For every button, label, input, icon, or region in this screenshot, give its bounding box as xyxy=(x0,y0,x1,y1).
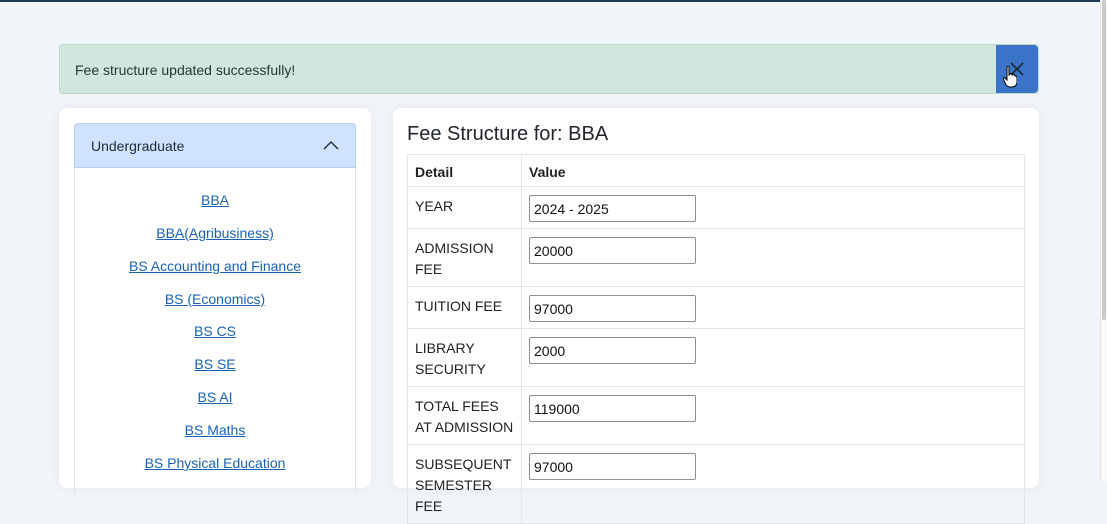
table-row: TOTAL FEES AT ADMISSION xyxy=(407,386,1025,445)
row-label-admission-fee: ADMISSION FEE xyxy=(407,228,522,287)
program-link-bs-maths[interactable]: BS Maths xyxy=(75,422,355,438)
table-row: ADMISSION FEE xyxy=(407,228,1025,287)
row-value-cell xyxy=(521,186,1025,229)
accordion-title: Undergraduate xyxy=(91,138,185,154)
table-header-row: Detail Value xyxy=(407,154,1025,187)
row-label-library-security: LIBRARY SECURITY xyxy=(407,328,522,387)
row-label-subsequent-semester-fee: SUBSEQUENT SEMESTER FEE xyxy=(407,444,522,524)
table-row: TUITION FEE xyxy=(407,286,1025,329)
program-link-bba-agribusiness[interactable]: BBA(Agribusiness) xyxy=(75,225,355,241)
vertical-scrollbar[interactable] xyxy=(1100,0,1107,481)
program-link-bs-accounting-finance[interactable]: BS Accounting and Finance xyxy=(75,258,355,274)
column-header-detail: Detail xyxy=(407,154,522,187)
table-row: YEAR xyxy=(407,186,1025,229)
row-value-cell xyxy=(521,444,1025,524)
year-input[interactable] xyxy=(529,195,696,222)
program-link-bba[interactable]: BBA xyxy=(75,192,355,208)
hand-cursor-icon xyxy=(1003,66,1017,88)
scrollbar-thumb[interactable] xyxy=(1102,0,1106,320)
admission-fee-input[interactable] xyxy=(529,237,696,264)
page-title: Fee Structure for: BBA xyxy=(407,123,609,145)
row-label-total-fees-at-admission: TOTAL FEES AT ADMISSION xyxy=(407,386,522,445)
success-alert: Fee structure updated successfully! xyxy=(59,44,1039,94)
program-link-bs-physical-education[interactable]: BS Physical Education xyxy=(75,455,355,471)
total-fees-input[interactable] xyxy=(529,395,696,422)
table-row: LIBRARY SECURITY xyxy=(407,328,1025,387)
tuition-fee-input[interactable] xyxy=(529,295,696,322)
row-value-cell xyxy=(521,228,1025,287)
column-header-value: Value xyxy=(521,154,1025,187)
top-border xyxy=(0,0,1101,2)
fee-table: Detail Value YEAR ADMISSION FEE TUITION … xyxy=(407,154,1025,524)
program-sidebar: Undergraduate BBA BBA(Agribusiness) BS A… xyxy=(59,108,371,498)
row-value-cell xyxy=(521,328,1025,387)
program-link-bs-cs[interactable]: BS CS xyxy=(75,323,355,339)
alert-message: Fee structure updated successfully! xyxy=(75,62,296,78)
program-link-bs-ai[interactable]: BS AI xyxy=(75,389,355,405)
program-link-bs-economics[interactable]: BS (Economics) xyxy=(75,291,355,307)
row-label-tuition-fee: TUITION FEE xyxy=(407,286,522,329)
table-row: SUBSEQUENT SEMESTER FEE xyxy=(407,444,1025,524)
chevron-up-icon xyxy=(323,140,339,150)
row-label-year: YEAR xyxy=(407,186,522,229)
row-value-cell xyxy=(521,386,1025,445)
subsequent-semester-fee-input[interactable] xyxy=(529,453,696,480)
fee-structure-panel: Fee Structure for: BBA Detail Value YEAR… xyxy=(393,108,1039,524)
program-link-bs-se[interactable]: BS SE xyxy=(75,356,355,372)
program-list: BBA BBA(Agribusiness) BS Accounting and … xyxy=(74,168,356,498)
library-security-input[interactable] xyxy=(529,337,696,364)
accordion-undergraduate-header[interactable]: Undergraduate xyxy=(74,123,356,168)
row-value-cell xyxy=(521,286,1025,329)
